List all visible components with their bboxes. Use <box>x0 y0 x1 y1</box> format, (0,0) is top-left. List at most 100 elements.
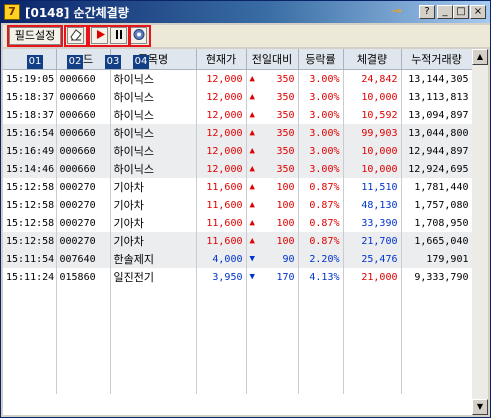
trade-grid[interactable]: 코드 종목명 현재가 전일대비 등락률 체결량 누적거래량 15:19:05 00… <box>3 49 472 415</box>
row-name: 한솔제지 <box>110 250 197 268</box>
row-change: ▲ 100 <box>246 214 299 232</box>
empty-cell <box>343 304 402 322</box>
vertical-scrollbar[interactable]: ▲ ▼ <box>472 49 488 415</box>
change-value: 350 <box>276 91 295 103</box>
table-row[interactable]: 15:14:46 000660 하이닉스 12,000 ▲ 350 3.00% 10,000 1… <box>3 160 472 178</box>
row-name: 기아차 <box>110 214 197 232</box>
empty-cell <box>110 376 197 394</box>
empty-cell <box>3 286 57 304</box>
table-row[interactable]: 15:16:54 000660 하이닉스 12,000 ▲ 350 3.00% 99,903 1… <box>3 124 472 142</box>
col-header-name[interactable]: 종목명 <box>110 49 197 70</box>
empty-cell <box>343 358 402 376</box>
row-volume: 21,700 <box>343 232 402 250</box>
col-header-cumulative[interactable]: 누적거래량 <box>401 49 472 70</box>
scroll-down-icon[interactable]: ▼ <box>472 399 488 415</box>
row-change: ▲ 350 <box>246 69 299 88</box>
row-cumulative: 9,333,790 <box>401 268 472 286</box>
row-change: ▼ 90 <box>246 250 299 268</box>
row-cumulative: 13,044,800 <box>401 124 472 142</box>
table-row[interactable]: 15:11:24 015860 일진전기 3,950 ▼ 170 4.13% 21,000 9,… <box>3 268 472 286</box>
empty-cell <box>56 376 111 394</box>
empty-cell <box>246 286 299 304</box>
col-header-rate[interactable]: 등락률 <box>298 49 344 70</box>
close-button[interactable]: × <box>470 5 486 19</box>
table-row[interactable]: 15:19:05 000660 하이닉스 12,000 ▲ 350 3.00% 24,842 1… <box>3 69 472 88</box>
empty-row <box>3 376 472 394</box>
maximize-button[interactable]: □ <box>453 5 469 19</box>
help-button[interactable]: ? <box>419 5 435 19</box>
row-time: 15:12:58 <box>3 232 57 250</box>
row-code: 000660 <box>56 124 111 142</box>
empty-cell <box>246 304 299 322</box>
empty-cell <box>298 286 344 304</box>
empty-cell <box>246 376 299 394</box>
table-row[interactable]: 15:11:54 007640 한솔제지 4,000 ▼ 90 2.20% 25,476 179… <box>3 250 472 268</box>
col-header-price[interactable]: 현재가 <box>196 49 247 70</box>
up-arrow-icon: ▲ <box>249 199 255 210</box>
up-arrow-icon: ▲ <box>249 127 255 138</box>
col-header-code[interactable]: 코드 <box>56 49 111 70</box>
row-rate: 0.87% <box>298 214 344 232</box>
row-cumulative: 1,781,440 <box>401 178 472 196</box>
empty-cell <box>196 322 247 340</box>
label-04: 04 <box>133 55 149 69</box>
row-name: 하이닉스 <box>110 160 197 178</box>
row-code: 000660 <box>56 69 111 88</box>
row-code: 000270 <box>56 214 111 232</box>
empty-cell <box>196 358 247 376</box>
row-code: 000660 <box>56 106 111 124</box>
row-name: 하이닉스 <box>110 69 197 88</box>
table-row[interactable]: 15:12:58 000270 기아차 11,600 ▲ 100 0.87% 21,700 1,… <box>3 232 472 250</box>
window-title: [0148] 순간체결량 <box>25 6 129 20</box>
row-code: 000270 <box>56 232 111 250</box>
row-volume: 11,510 <box>343 178 402 196</box>
row-name: 하이닉스 <box>110 142 197 160</box>
row-volume: 21,000 <box>343 268 402 286</box>
empty-cell <box>56 322 111 340</box>
up-arrow-icon: ▲ <box>249 181 255 192</box>
row-rate: 3.00% <box>298 106 344 124</box>
table-row[interactable]: 15:18:37 000660 하이닉스 12,000 ▲ 350 3.00% 10,592 1… <box>3 106 472 124</box>
row-time: 15:12:58 <box>3 214 57 232</box>
row-price: 11,600 <box>196 196 247 214</box>
row-price: 12,000 <box>196 69 247 88</box>
row-volume: 99,903 <box>343 124 402 142</box>
app-icon: 7 <box>4 4 20 20</box>
empty-cell <box>3 322 57 340</box>
title-bar[interactable]: 7 [0148] 순간체결량 ⊸ ? _ □ × <box>1 1 490 23</box>
empty-cell <box>401 304 472 322</box>
empty-cell <box>401 340 472 358</box>
empty-cell <box>343 340 402 358</box>
col-header-change[interactable]: 전일대비 <box>246 49 299 70</box>
col-header-volume[interactable]: 체결량 <box>343 49 402 70</box>
empty-cell <box>56 358 111 376</box>
table-row[interactable]: 15:12:58 000270 기아차 11,600 ▲ 100 0.87% 33,390 1,… <box>3 214 472 232</box>
row-code: 015860 <box>56 268 111 286</box>
row-rate: 4.13% <box>298 268 344 286</box>
empty-cell <box>401 322 472 340</box>
row-code: 007640 <box>56 250 111 268</box>
row-name: 하이닉스 <box>110 88 197 106</box>
table-row[interactable]: 15:18:37 000660 하이닉스 12,000 ▲ 350 3.00% 10,000 1… <box>3 88 472 106</box>
empty-cell <box>110 286 197 304</box>
highlight-box-03 <box>88 25 130 47</box>
empty-cell <box>56 340 111 358</box>
empty-cell <box>401 358 472 376</box>
row-change: ▲ 350 <box>246 106 299 124</box>
empty-cell <box>3 376 57 394</box>
pin-icon[interactable]: ⊸ <box>391 5 415 19</box>
empty-row <box>3 322 472 340</box>
empty-cell <box>298 322 344 340</box>
empty-cell <box>298 358 344 376</box>
minimize-button[interactable]: _ <box>437 5 453 19</box>
table-row[interactable]: 15:12:58 000270 기아차 11,600 ▲ 100 0.87% 48,130 1,… <box>3 196 472 214</box>
row-price: 11,600 <box>196 232 247 250</box>
table-row[interactable]: 15:12:58 000270 기아차 11,600 ▲ 100 0.87% 11,510 1,… <box>3 178 472 196</box>
row-change: ▲ 350 <box>246 142 299 160</box>
scroll-up-icon[interactable]: ▲ <box>472 49 488 65</box>
row-cumulative: 1,665,040 <box>401 232 472 250</box>
row-price: 12,000 <box>196 106 247 124</box>
table-row[interactable]: 15:16:49 000660 하이닉스 12,000 ▲ 350 3.00% 10,000 1… <box>3 142 472 160</box>
row-name: 기아차 <box>110 196 197 214</box>
empty-row <box>3 358 472 376</box>
